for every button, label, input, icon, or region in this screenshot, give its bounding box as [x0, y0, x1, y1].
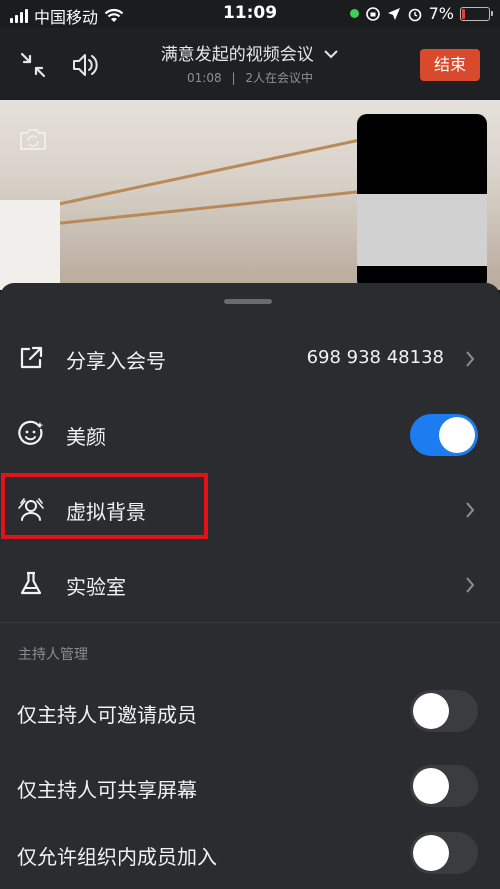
sheet-handle[interactable] — [224, 299, 272, 304]
share-icon — [20, 346, 43, 369]
meeting-duration: 01:08 — [187, 71, 222, 85]
meeting-id: 698 938 48138 — [306, 347, 444, 368]
flask-icon — [20, 571, 42, 595]
battery-icon — [460, 6, 493, 21]
host-management-title: 主持人管理 — [18, 647, 88, 663]
beauty-row: 美颜 — [0, 405, 500, 465]
divider — [0, 622, 500, 623]
status-right: 7% — [349, 4, 493, 23]
meeting-header: 满意发起的视频会议 01:08 | 2人在会议中 结束 — [0, 28, 500, 100]
share-label: 分享入会号 — [66, 349, 166, 373]
org-only-join-label: 仅允许组织内成员加入 — [17, 845, 217, 869]
highlight-box — [1, 473, 208, 539]
separator: | — [231, 71, 236, 85]
smile-face-icon — [18, 420, 44, 445]
end-meeting-button[interactable]: 结束 — [420, 49, 480, 81]
mic-in-use-dot — [349, 9, 359, 18]
host-only-share-toggle[interactable] — [410, 765, 478, 807]
host-only-invite-label: 仅主持人可邀请成员 — [17, 703, 197, 727]
chevron-right-icon — [466, 351, 475, 367]
self-view-thumbnail[interactable] — [357, 114, 487, 290]
rotation-lock-icon — [365, 6, 380, 21]
lab-label: 实验室 — [66, 575, 126, 599]
beauty-toggle[interactable] — [410, 414, 478, 456]
beauty-label: 美颜 — [66, 425, 106, 449]
battery-percent: 7% — [428, 4, 454, 23]
location-icon — [387, 7, 400, 20]
alarm-icon — [408, 8, 421, 21]
participant-count: 2人在会议中 — [245, 71, 313, 85]
share-meeting-id-row[interactable]: 分享入会号 698 938 48138 — [0, 329, 500, 389]
chevron-down-icon — [324, 50, 338, 59]
host-only-invite-toggle[interactable] — [410, 690, 478, 732]
video-detail — [0, 200, 60, 290]
host-only-share-label: 仅主持人可共享屏幕 — [17, 778, 197, 802]
main-video[interactable] — [0, 100, 500, 290]
chevron-right-icon — [466, 502, 475, 518]
org-only-join-toggle[interactable] — [410, 832, 478, 874]
chevron-right-icon — [466, 577, 475, 593]
status-bar: 中国移动 11:09 7% — [0, 0, 500, 28]
lab-row[interactable]: 实验室 — [0, 555, 500, 615]
camera-switch-icon[interactable] — [18, 125, 48, 153]
